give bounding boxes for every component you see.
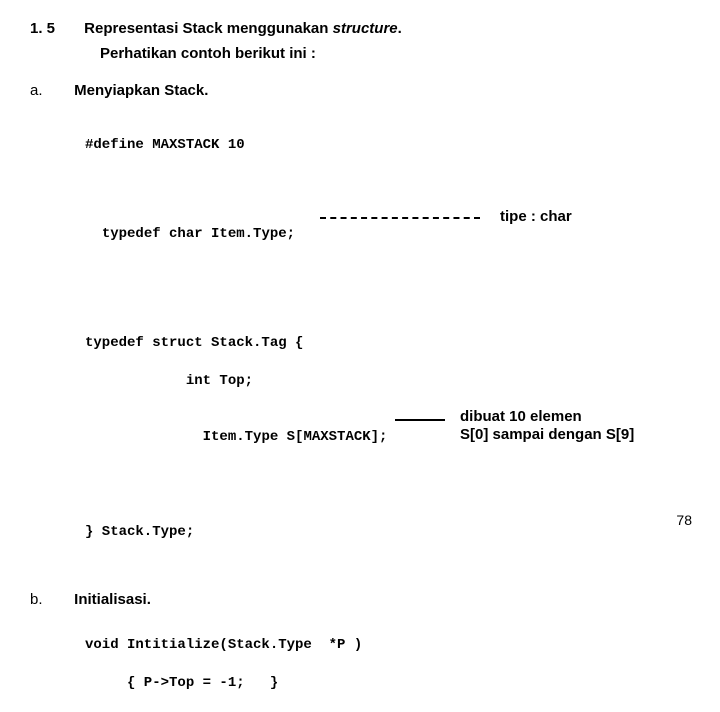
section-header: 1. 5 Representasi Stack menggunakan stru…: [30, 20, 690, 37]
subsection-a-title: Menyiapkan Stack.: [74, 82, 208, 99]
code-a-line5: Item.Type S[MAXSTACK];: [102, 429, 388, 445]
subsection-b-label: b.: [30, 591, 70, 608]
subsection-a: a. Menyiapkan Stack.: [30, 82, 690, 99]
section-number: 1. 5: [30, 20, 80, 37]
code-a-line6: } Stack.Type;: [85, 524, 194, 540]
dash-connector-1: [320, 217, 480, 219]
code-a-line1: #define MAXSTACK 10: [85, 137, 245, 153]
section-title-pre: Representasi Stack menggunakan: [84, 20, 332, 37]
code-b-line2: { P->Top = -1; }: [85, 675, 278, 691]
subsection-a-label: a.: [30, 82, 70, 99]
subsection-b: b. Initialisasi.: [30, 591, 690, 608]
section-title-post: .: [398, 20, 402, 37]
code-a-line2: typedef char Item.Type;: [102, 226, 295, 242]
code-b-line1: void Intitialize(Stack.Type *P ): [85, 637, 362, 653]
code-a-line3: typedef struct Stack.Tag {: [85, 335, 303, 351]
code-block-b: void Intitialize(Stack.Type *P ) { P->To…: [85, 618, 690, 712]
annotation-s0-s9: S[0] sampai dengan S[9]: [460, 425, 634, 445]
solid-connector-1: [395, 419, 445, 421]
section-subtitle: Perhatikan contoh berikut ini :: [100, 45, 690, 62]
annotation-tipe-char: tipe : char: [500, 207, 572, 227]
section-title-em: structure: [333, 20, 398, 37]
code-a-line4: int Top;: [85, 373, 253, 389]
page-number: 78: [676, 512, 692, 528]
subsection-b-title: Initialisasi.: [74, 591, 151, 608]
code-block-a: #define MAXSTACK 10 typedef char Item.Ty…: [85, 117, 690, 561]
section-title: Representasi Stack menggunakan structure…: [84, 20, 402, 37]
